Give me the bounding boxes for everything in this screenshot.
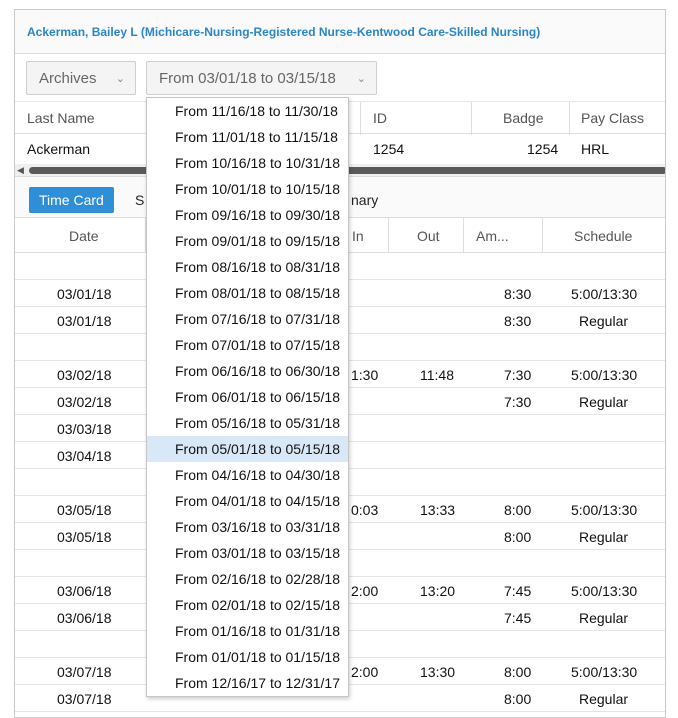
date-range-option[interactable]: From 05/16/18 to 05/31/18 bbox=[147, 410, 348, 436]
column-amount[interactable]: Am... bbox=[476, 228, 509, 244]
schedule-cell: 5:00/13:30 bbox=[571, 286, 638, 302]
date-range-option[interactable]: From 07/01/18 to 07/15/18 bbox=[147, 332, 348, 358]
column-id[interactable]: ID bbox=[373, 110, 387, 126]
archives-select[interactable]: Archives ⌄ bbox=[26, 61, 136, 95]
column-in[interactable]: In bbox=[352, 228, 364, 244]
column-divider bbox=[569, 102, 570, 135]
out-cell: 13:20 bbox=[420, 583, 456, 599]
out-cell: 11:48 bbox=[420, 367, 454, 383]
date-range-option[interactable]: From 05/01/18 to 05/15/18 bbox=[147, 436, 348, 462]
in-cell: 0:03 bbox=[351, 502, 379, 518]
date-cell: 03/02/18 bbox=[57, 394, 112, 410]
date-range-option[interactable]: From 04/01/18 to 04/15/18 bbox=[147, 488, 348, 514]
amount-cell: 8:00 bbox=[504, 502, 532, 518]
chevron-down-icon: ⌄ bbox=[115, 72, 125, 85]
column-divider bbox=[463, 218, 464, 253]
date-range-option[interactable]: From 11/16/18 to 11/30/18 bbox=[147, 98, 348, 124]
in-cell: 2:00 bbox=[351, 583, 379, 599]
out-cell: 13:30 bbox=[420, 664, 456, 680]
schedule-cell: 5:00/13:30 bbox=[571, 367, 638, 383]
employee-badge: 1254 bbox=[527, 141, 559, 157]
tab-time-card[interactable]: Time Card bbox=[29, 187, 114, 213]
date-range-option[interactable]: From 10/01/18 to 10/15/18 bbox=[147, 176, 348, 202]
date-cell: 03/07/18 bbox=[57, 664, 112, 680]
date-cell: 03/05/18 bbox=[57, 529, 112, 545]
date-cell: 03/03/18 bbox=[57, 421, 112, 437]
date-range-option[interactable]: From 11/01/18 to 11/15/18 bbox=[147, 124, 348, 150]
date-cell: 03/02/18 bbox=[57, 367, 112, 383]
date-range-option[interactable]: From 08/01/18 to 08/15/18 bbox=[147, 280, 348, 306]
amount-cell: 7:30 bbox=[504, 394, 532, 410]
column-date[interactable]: Date bbox=[69, 228, 99, 244]
date-range-option[interactable]: From 01/16/18 to 01/31/18 bbox=[147, 618, 348, 644]
date-range-option[interactable]: From 01/01/18 to 01/15/18 bbox=[147, 644, 348, 670]
date-cell: 03/05/18 bbox=[57, 502, 112, 518]
date-cell: 03/07/18 bbox=[57, 691, 112, 707]
date-range-option[interactable]: From 03/16/18 to 03/31/18 bbox=[147, 514, 348, 540]
employee-pay-class: HRL bbox=[581, 141, 610, 157]
amount-cell: 8:00 bbox=[504, 664, 532, 680]
employee-title[interactable]: Ackerman, Bailey L (Michicare-Nursing-Re… bbox=[27, 25, 540, 39]
column-divider bbox=[471, 102, 472, 135]
chevron-down-icon: ⌄ bbox=[356, 72, 366, 85]
amount-cell: 7:45 bbox=[504, 583, 532, 599]
in-cell: 1:30 bbox=[351, 367, 379, 383]
column-last-name[interactable]: Last Name bbox=[27, 110, 95, 126]
column-schedule[interactable]: Schedule bbox=[574, 228, 632, 244]
column-divider bbox=[542, 218, 543, 253]
tab-summary[interactable]: nary bbox=[351, 192, 378, 208]
scroll-left-icon[interactable]: ◀ bbox=[17, 164, 24, 176]
column-badge[interactable]: Badge bbox=[503, 110, 543, 126]
amount-cell: 7:30 bbox=[504, 367, 532, 383]
date-range-option[interactable]: From 09/16/18 to 09/30/18 bbox=[147, 202, 348, 228]
date-cell: 03/01/18 bbox=[57, 286, 112, 302]
employee-last-name: Ackerman bbox=[27, 141, 91, 157]
out-cell: 13:33 bbox=[420, 502, 456, 518]
amount-cell: 8:30 bbox=[504, 286, 532, 302]
amount-cell: 8:00 bbox=[504, 691, 532, 707]
date-range-option[interactable]: From 02/16/18 to 02/28/18 bbox=[147, 566, 348, 592]
amount-cell: 7:45 bbox=[504, 610, 532, 626]
tab-second[interactable]: S bbox=[135, 192, 144, 208]
schedule-cell: Regular bbox=[579, 529, 629, 545]
date-range-option[interactable]: From 07/16/18 to 07/31/18 bbox=[147, 306, 348, 332]
employee-header: Ackerman, Bailey L (Michicare-Nursing-Re… bbox=[15, 10, 665, 54]
date-cell: 03/06/18 bbox=[57, 583, 112, 599]
schedule-cell: 5:00/13:30 bbox=[571, 502, 638, 518]
employee-id: 1254 bbox=[373, 141, 405, 157]
date-range-option[interactable]: From 03/01/18 to 03/15/18 bbox=[147, 540, 348, 566]
column-out[interactable]: Out bbox=[417, 228, 440, 244]
schedule-cell: 5:00/13:30 bbox=[571, 583, 638, 599]
date-range-dropdown-list[interactable]: From 11/16/18 to 11/30/18 From 11/01/18 t… bbox=[146, 97, 349, 697]
filter-row: Archives ⌄ From 03/01/18 to 03/15/18 ⌄ bbox=[26, 61, 377, 95]
date-range-select[interactable]: From 03/01/18 to 03/15/18 ⌄ bbox=[146, 61, 377, 95]
date-cell: 03/06/18 bbox=[57, 610, 112, 626]
amount-cell: 8:30 bbox=[504, 313, 532, 329]
schedule-cell: 5:00/13:30 bbox=[571, 664, 638, 680]
date-range-option[interactable]: From 08/16/18 to 08/31/18 bbox=[147, 254, 348, 280]
schedule-cell: Regular bbox=[579, 691, 629, 707]
amount-cell: 8:00 bbox=[504, 529, 532, 545]
column-divider bbox=[388, 218, 389, 253]
schedule-cell: Regular bbox=[579, 313, 629, 329]
timecard-window: Ackerman, Bailey L (Michicare-Nursing-Re… bbox=[14, 9, 666, 718]
date-range-option[interactable]: From 04/16/18 to 04/30/18 bbox=[147, 462, 348, 488]
schedule-cell: Regular bbox=[579, 394, 629, 410]
date-range-label: From 03/01/18 to 03/15/18 bbox=[159, 69, 336, 87]
date-range-option[interactable]: From 06/16/18 to 06/30/18 bbox=[147, 358, 348, 384]
date-range-option[interactable]: From 12/16/17 to 12/31/17 bbox=[147, 670, 348, 696]
date-range-option[interactable]: From 10/16/18 to 10/31/18 bbox=[147, 150, 348, 176]
date-cell: 03/04/18 bbox=[57, 448, 112, 464]
date-range-option[interactable]: From 02/01/18 to 02/15/18 bbox=[147, 592, 348, 618]
date-range-option[interactable]: From 06/01/18 to 06/15/18 bbox=[147, 384, 348, 410]
schedule-cell: Regular bbox=[579, 610, 629, 626]
in-cell: 2:00 bbox=[351, 664, 379, 680]
date-cell: 03/01/18 bbox=[57, 313, 112, 329]
column-divider bbox=[360, 102, 361, 135]
column-pay-class[interactable]: Pay Class bbox=[581, 110, 644, 126]
date-range-option[interactable]: From 09/01/18 to 09/15/18 bbox=[147, 228, 348, 254]
archives-label: Archives bbox=[39, 69, 97, 87]
